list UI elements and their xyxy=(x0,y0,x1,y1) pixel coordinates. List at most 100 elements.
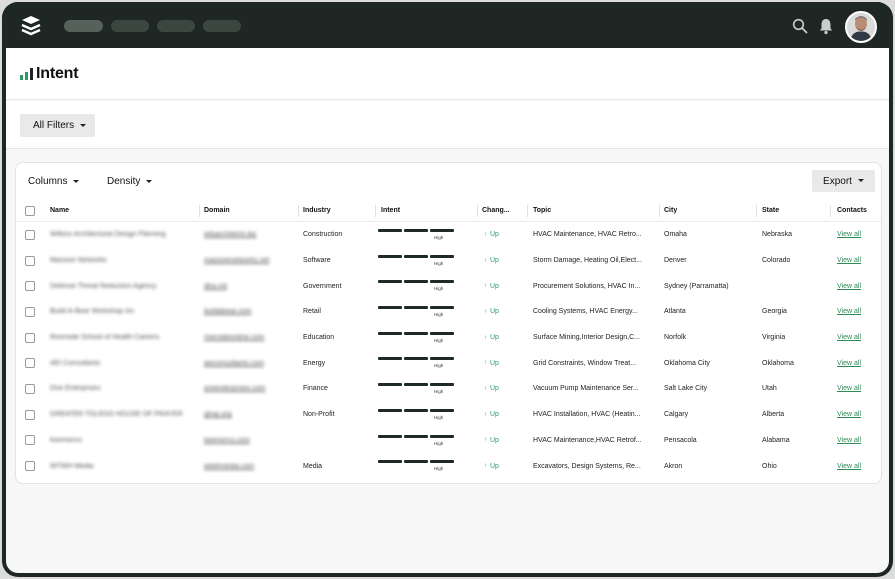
company-name[interactable]: WTWH Media xyxy=(50,453,190,479)
caret-down-icon xyxy=(80,123,87,127)
company-name[interactable]: AEI Consultants xyxy=(50,350,190,376)
view-all-contacts-link[interactable]: View all xyxy=(837,283,861,290)
header-contacts[interactable]: Contacts xyxy=(837,200,867,221)
view-all-contacts-link[interactable]: View all xyxy=(837,463,861,470)
row-checkbox[interactable] xyxy=(25,461,35,472)
nav-pill-1[interactable] xyxy=(64,20,103,32)
arrow-up-icon: ↑ xyxy=(484,231,487,238)
view-all-contacts-link[interactable]: View all xyxy=(837,257,861,264)
company-domain[interactable]: massivenetworks.net xyxy=(204,248,292,274)
logo-icon[interactable] xyxy=(20,15,42,37)
table-row[interactable]: Massive Networks massivenetworks.net Softw… xyxy=(16,248,883,274)
change-label: Up xyxy=(490,257,499,265)
all-filters-label: All Filters xyxy=(33,120,75,131)
select-all-checkbox[interactable] xyxy=(25,205,35,216)
table-row[interactable]: Defense Threat Reduction Agency dtra.mil G… xyxy=(16,273,883,299)
intent-level-label: High xyxy=(434,414,444,420)
nav-pill-4[interactable] xyxy=(203,20,241,32)
bell-icon[interactable] xyxy=(818,17,834,35)
company-domain[interactable]: riversideonline.com xyxy=(204,325,292,351)
columns-button[interactable]: Columns xyxy=(28,176,80,187)
table-row[interactable]: Keemerco keemerco.com High ↑ Up HVAC Maintena… xyxy=(16,428,883,454)
header-topic[interactable]: Topic xyxy=(533,200,551,221)
company-name[interactable]: Wilkins Architectural Design Planning xyxy=(50,222,190,248)
row-checkbox[interactable] xyxy=(25,409,35,420)
all-filters-button[interactable]: All Filters xyxy=(20,114,95,137)
table-row[interactable]: WTWH Media wtwhmedia.com Media High ↑ Up Excav… xyxy=(16,453,883,479)
nav-pill-2[interactable] xyxy=(111,20,149,32)
company-domain[interactable]: oneenterprises.com xyxy=(204,376,292,402)
change-cell: ↑ Up xyxy=(484,273,499,299)
page-header: Intent xyxy=(6,48,889,100)
table-row[interactable]: Build-A-Bear Workshop Inc buildabear.com R… xyxy=(16,299,883,325)
industry-cell: Finance xyxy=(303,385,328,393)
header-name[interactable]: Name xyxy=(50,200,69,221)
row-checkbox[interactable] xyxy=(25,281,35,292)
row-checkbox[interactable] xyxy=(25,306,35,317)
row-checkbox[interactable] xyxy=(25,229,35,240)
industry-cell: Energy xyxy=(303,359,326,367)
change-label: Up xyxy=(490,308,499,316)
change-cell: ↑ Up xyxy=(484,453,499,479)
table-row[interactable]: GREATER TOLEDO HOUSE OF PRAYER ghop.org No… xyxy=(16,402,883,428)
company-domain[interactable]: wilsarchitects.biz xyxy=(204,222,292,248)
change-cell: ↑ Up xyxy=(484,350,499,376)
topic-cell: Procurement Solutions, HVAC In... xyxy=(533,282,641,290)
header-change[interactable]: Chang... xyxy=(482,200,522,221)
company-name[interactable]: One Enterprises xyxy=(50,376,190,402)
topic-cell: HVAC Installation, HVAC (Heatin... xyxy=(533,411,641,419)
table-row[interactable]: One Enterprises oneenterprises.com Finance… xyxy=(16,376,883,402)
row-checkbox[interactable] xyxy=(25,255,35,266)
arrow-up-icon: ↑ xyxy=(484,463,487,470)
company-name[interactable]: Keemerco xyxy=(50,428,190,454)
view-all-contacts-link[interactable]: View all xyxy=(837,360,861,367)
view-all-contacts-link[interactable]: View all xyxy=(837,231,861,238)
table-header-row: Name Domain Industry Intent Chang... Top… xyxy=(16,200,883,222)
company-domain[interactable]: ghop.org xyxy=(204,402,292,428)
search-icon[interactable] xyxy=(792,18,808,34)
table-row[interactable]: Wilkins Architectural Design Planning wil… xyxy=(16,222,883,248)
header-industry[interactable]: Industry xyxy=(303,200,331,221)
company-domain[interactable]: keemerco.com xyxy=(204,428,292,454)
industry-cell: Construction xyxy=(303,231,343,239)
caret-down-icon xyxy=(73,179,80,183)
row-select-cell xyxy=(25,350,35,376)
table-row[interactable]: AEI Consultants aeiconsultants.com Energy H… xyxy=(16,350,883,376)
intent-level-label: High xyxy=(434,235,444,240)
density-button[interactable]: Density xyxy=(107,176,153,187)
header-domain[interactable]: Domain xyxy=(204,200,230,221)
header-state[interactable]: State xyxy=(762,200,779,221)
page-title: Intent xyxy=(36,65,79,82)
state-cell: Alabama xyxy=(762,436,790,444)
company-name[interactable]: Riverside School of Health Careers xyxy=(50,325,190,351)
view-all-contacts-link[interactable]: View all xyxy=(837,334,861,341)
table-row[interactable]: Riverside School of Health Careers rivers… xyxy=(16,325,883,351)
row-checkbox[interactable] xyxy=(25,332,35,343)
view-all-contacts-link[interactable]: View all xyxy=(837,411,861,418)
company-domain[interactable]: dtra.mil xyxy=(204,273,292,299)
view-all-contacts-link[interactable]: View all xyxy=(837,437,861,444)
city-cell: Oklahoma City xyxy=(664,359,710,367)
view-all-contacts-link[interactable]: View all xyxy=(837,385,861,392)
company-domain[interactable]: aeiconsultants.com xyxy=(204,350,292,376)
company-name[interactable]: GREATER TOLEDO HOUSE OF PRAYER xyxy=(50,402,190,428)
row-checkbox[interactable] xyxy=(25,383,35,394)
company-name[interactable]: Build-A-Bear Workshop Inc xyxy=(50,299,190,325)
city-cell: Akron xyxy=(664,462,683,470)
intent-score-bar xyxy=(378,229,454,233)
header-city[interactable]: City xyxy=(664,200,677,221)
row-checkbox[interactable] xyxy=(25,358,35,369)
view-all-contacts-link[interactable]: View all xyxy=(837,308,861,315)
arrow-up-icon: ↑ xyxy=(484,360,487,367)
user-avatar[interactable] xyxy=(845,11,877,43)
nav-pill-3[interactable] xyxy=(157,20,195,32)
company-domain[interactable]: buildabear.com xyxy=(204,299,292,325)
row-checkbox[interactable] xyxy=(25,435,35,446)
intent-score-bar xyxy=(378,280,454,284)
company-domain[interactable]: wtwhmedia.com xyxy=(204,453,292,479)
company-name[interactable]: Massive Networks xyxy=(50,248,190,274)
export-button[interactable]: Export xyxy=(812,170,875,192)
header-intent[interactable]: Intent xyxy=(381,200,400,221)
topic-cell: Surface Mining,Interior Design,C... xyxy=(533,334,640,342)
company-name[interactable]: Defense Threat Reduction Agency xyxy=(50,273,190,299)
